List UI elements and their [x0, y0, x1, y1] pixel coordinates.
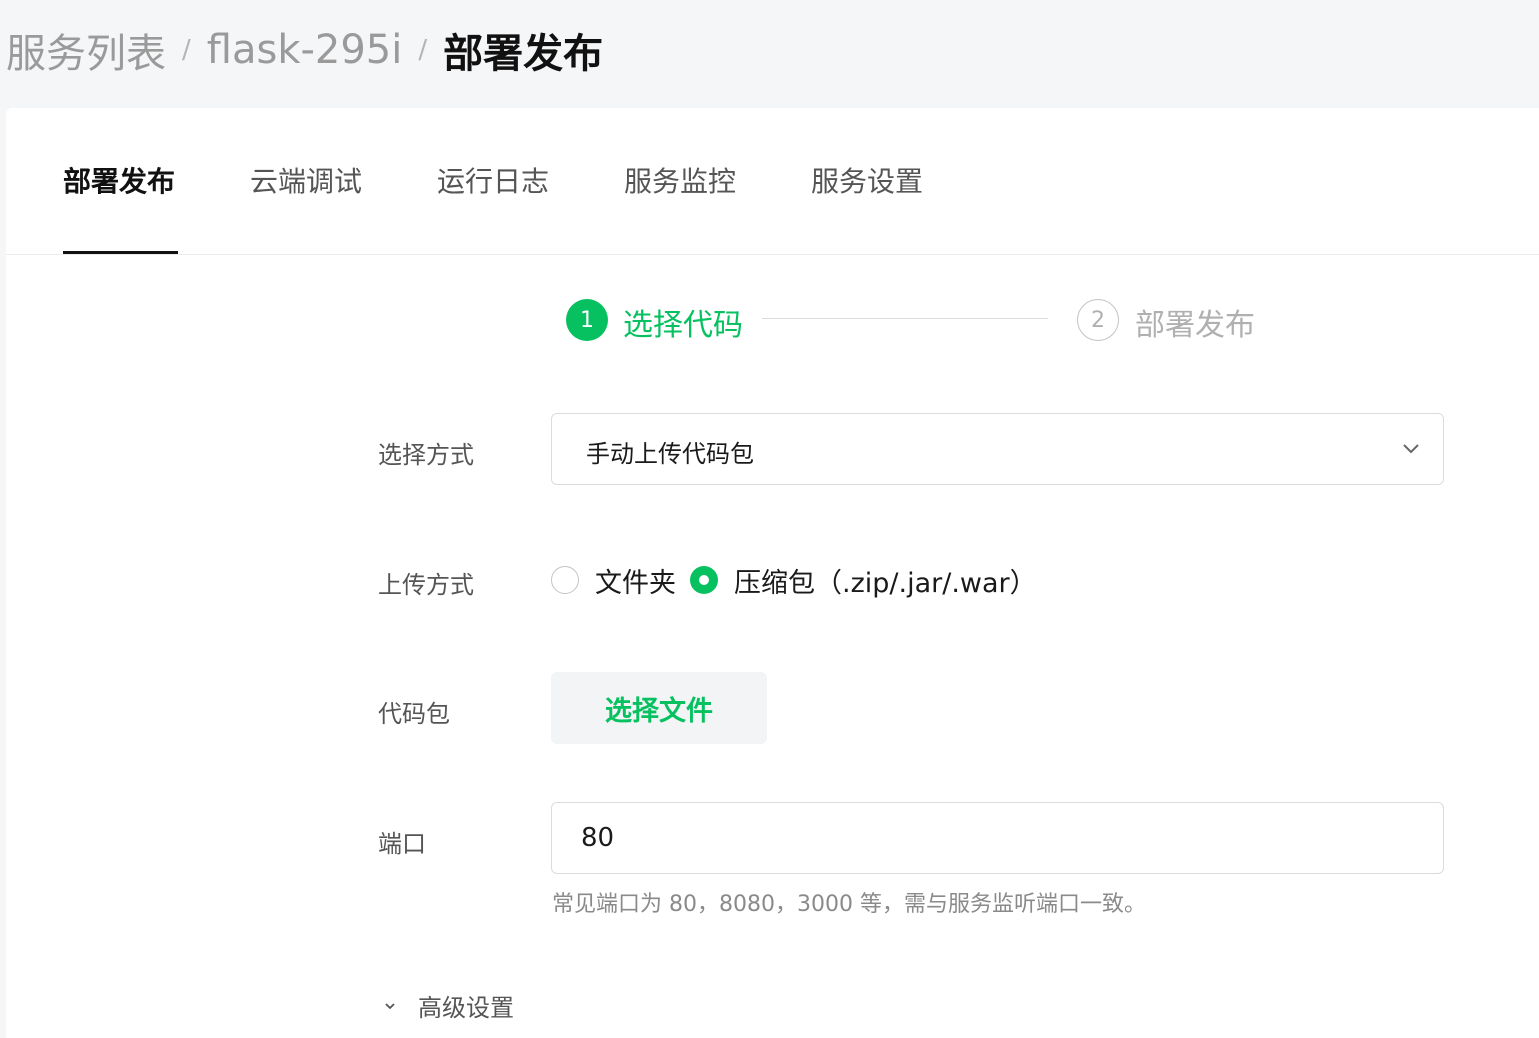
step-1-number: 1	[566, 299, 608, 341]
port-label: 端口	[378, 830, 426, 858]
method-select[interactable]: 手动上传代码包	[551, 413, 1444, 485]
radio-archive-label[interactable]: 压缩包（.zip/.jar/.war）	[734, 561, 1037, 600]
method-select-value: 手动上传代码包	[586, 440, 754, 468]
main-card: 部署发布 云端调试 运行日志 服务监控 服务设置 1 选择代码 2 部署发布 选…	[6, 108, 1539, 1038]
upload-type-radio-group: 文件夹 压缩包（.zip/.jar/.war）	[551, 561, 1051, 600]
tab-settings[interactable]: 服务设置	[811, 160, 923, 200]
breadcrumb-service-list[interactable]: 服务列表	[6, 21, 166, 79]
chevron-down-icon	[1403, 444, 1419, 454]
radio-folder-label[interactable]: 文件夹	[595, 561, 676, 600]
active-tab-indicator	[63, 251, 178, 254]
radio-folder[interactable]	[551, 566, 579, 594]
chevron-down-icon	[385, 1002, 395, 1009]
tab-cloud-debug[interactable]: 云端调试	[250, 160, 362, 200]
step-connector	[762, 318, 1048, 319]
step-1-label: 选择代码	[623, 308, 743, 343]
breadcrumb-separator: /	[418, 35, 428, 65]
choose-file-button[interactable]: 选择文件	[551, 672, 767, 744]
tab-run-logs[interactable]: 运行日志	[437, 160, 549, 200]
advanced-settings-toggle[interactable]: 高级设置	[382, 988, 514, 1023]
port-hint: 常见端口为 80，8080，3000 等，需与服务监听端口一致。	[552, 892, 1146, 917]
breadcrumb-service-name[interactable]: flask-295i	[207, 27, 403, 73]
tab-bar: 部署发布 云端调试 运行日志 服务监控 服务设置	[6, 108, 1539, 255]
upload-type-label: 上传方式	[378, 571, 474, 599]
radio-archive[interactable]	[690, 566, 718, 594]
tab-monitoring[interactable]: 服务监控	[624, 160, 736, 200]
package-label: 代码包	[378, 700, 450, 728]
method-label: 选择方式	[378, 441, 474, 469]
step-2-number: 2	[1077, 299, 1119, 341]
breadcrumb: 服务列表 / flask-295i / 部署发布	[6, 18, 603, 82]
advanced-settings-label: 高级设置	[418, 994, 514, 1022]
breadcrumb-current: 部署发布	[443, 31, 604, 77]
tab-deploy[interactable]: 部署发布	[63, 160, 175, 200]
step-2-label: 部署发布	[1135, 308, 1255, 343]
breadcrumb-separator: /	[182, 35, 191, 65]
port-input[interactable]	[551, 802, 1444, 874]
